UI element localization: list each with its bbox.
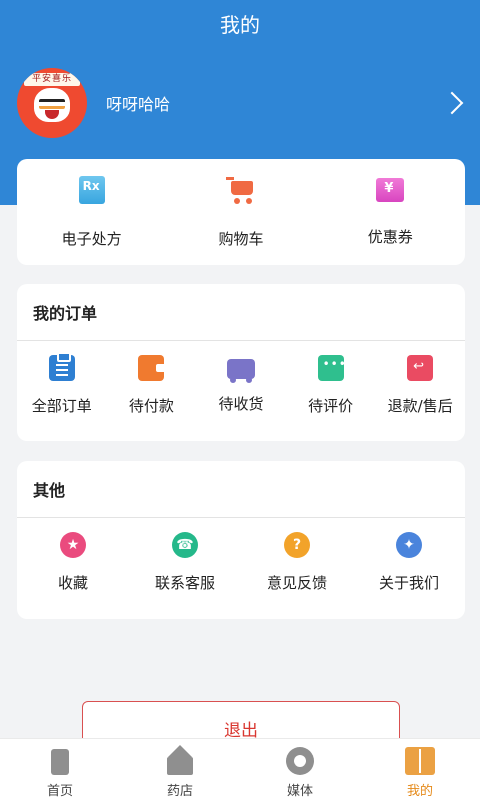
coupon-button[interactable]: ¥ 优惠券 <box>330 177 450 247</box>
wallet-icon <box>138 355 165 381</box>
order-review-button[interactable]: 待评价 <box>286 355 376 416</box>
customer-service-label: 联系客服 <box>154 574 215 592</box>
order-unpaid-label: 待付款 <box>128 397 174 415</box>
tab-media[interactable]: 媒体 <box>240 739 360 800</box>
feedback-label: 意见反馈 <box>266 574 327 592</box>
order-all-label: 全部订单 <box>31 397 92 415</box>
order-unpaid-button[interactable]: 待付款 <box>107 355 197 416</box>
question-icon: ? <box>284 532 310 558</box>
tab-pharmacy-label: 药店 <box>166 784 193 799</box>
cart-button[interactable]: 购物车 <box>181 176 301 249</box>
avatar-banner-text: 平安喜乐 <box>24 73 80 86</box>
order-all-button[interactable]: 全部订单 <box>17 352 107 416</box>
tab-home[interactable]: 首页 <box>0 739 120 800</box>
other-title: 其他 <box>17 461 465 518</box>
order-refund-label: 退款/售后 <box>387 397 453 415</box>
profile-row[interactable]: 平安喜乐 呀呀哈哈 <box>17 68 466 138</box>
service-icon: ☎ <box>172 532 198 558</box>
orders-title: 我的订单 <box>17 284 465 341</box>
cart-icon <box>225 176 256 204</box>
about-us-label: 关于我们 <box>378 574 439 592</box>
order-shipping-label: 待收货 <box>218 395 264 413</box>
mine-icon <box>404 745 436 777</box>
feedback-button[interactable]: ? 意见反馈 <box>241 532 353 593</box>
order-shipping-button[interactable]: 待收货 <box>196 355 286 416</box>
refund-icon <box>407 355 434 381</box>
prescription-icon: Rx <box>78 175 105 204</box>
about-us-button[interactable]: ✦ 关于我们 <box>353 532 465 593</box>
bottom-tab-bar: 首页 药店 媒体 我的 <box>0 738 480 800</box>
truck-icon <box>226 359 255 383</box>
coupon-label: 优惠券 <box>367 227 413 246</box>
other-card: 其他 ★ 收藏 ☎ 联系客服 ? 意见反馈 ✦ 关于我们 <box>17 461 465 619</box>
tab-mine[interactable]: 我的 <box>360 739 480 800</box>
cart-label: 购物车 <box>218 229 264 248</box>
tab-mine-label: 我的 <box>406 784 433 799</box>
orders-card: 我的订单 全部订单 待付款 待收货 待评价 退款/售后 <box>17 284 465 441</box>
customer-service-button[interactable]: ☎ 联系客服 <box>129 532 241 593</box>
prescription-button[interactable]: Rx 电子处方 <box>32 175 152 249</box>
star-icon: ★ <box>60 532 86 558</box>
tab-media-label: 媒体 <box>286 784 313 799</box>
home-icon <box>44 745 76 777</box>
comment-icon <box>317 355 347 381</box>
avatar[interactable]: 平安喜乐 <box>17 68 87 138</box>
store-icon <box>164 745 196 777</box>
username: 呀呀哈哈 <box>106 95 171 114</box>
order-review-label: 待评价 <box>308 397 354 415</box>
quick-actions-card: Rx 电子处方 购物车 ¥ 优惠券 <box>17 159 465 265</box>
favorites-button[interactable]: ★ 收藏 <box>17 532 129 593</box>
media-icon <box>284 745 316 777</box>
prescription-label: 电子处方 <box>61 229 122 248</box>
coupon-icon: ¥ <box>376 177 405 202</box>
chevron-right-icon[interactable] <box>440 91 464 115</box>
tab-home-label: 首页 <box>46 784 73 799</box>
order-refund-button[interactable]: 退款/售后 <box>375 355 465 416</box>
tab-pharmacy[interactable]: 药店 <box>120 739 240 800</box>
favorites-label: 收藏 <box>57 574 88 592</box>
clipboard-icon <box>48 352 75 381</box>
page-title: 我的 <box>220 13 260 37</box>
users-icon: ✦ <box>396 532 422 558</box>
